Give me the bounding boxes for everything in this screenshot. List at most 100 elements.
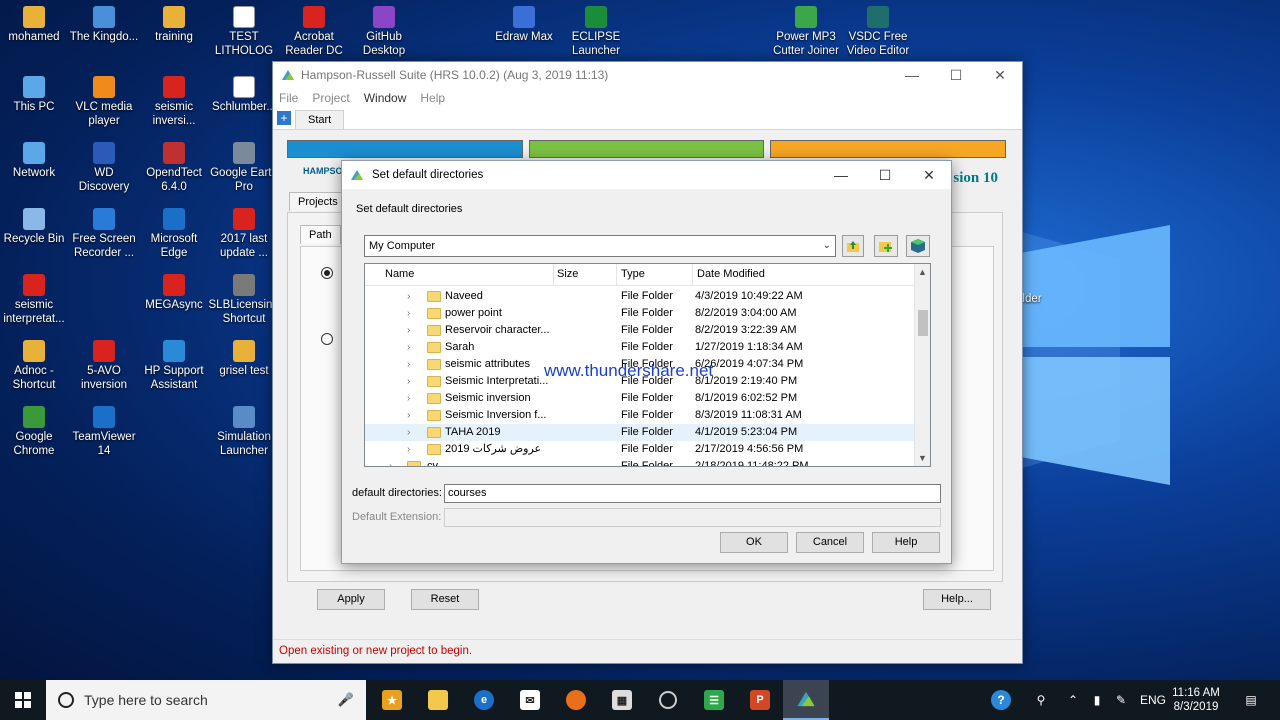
expand-chevron-icon[interactable]: › [407,390,410,407]
taskbar-edge[interactable]: e [461,680,507,720]
list-item[interactable]: › Reservoir character... File Folder 8/2/20… [365,322,914,339]
tab-projects[interactable]: Projects [289,192,347,211]
desktop-icon[interactable]: Adnoc - Shortcut [0,340,70,392]
list-item[interactable]: › Seismic Inversion f... File Folder 8/3/20… [365,407,914,424]
desktop-icon[interactable]: Recycle Bin [0,208,70,246]
blue-module-bar[interactable] [287,140,523,158]
people-tray-icon[interactable]: ⚲ [1028,680,1054,720]
desktop-icon[interactable]: Google Earth Pro [208,142,280,194]
battery-icon[interactable]: ▮ [1086,680,1108,720]
green-module-bar[interactable] [528,140,765,158]
desktop-icon[interactable]: Power MP3 Cutter Joiner [770,6,842,58]
minimize-button[interactable]: — [890,67,934,84]
path-radio-option-2[interactable] [321,333,333,345]
list-item[interactable]: › TAHA 2019 File Folder 4/1/2019 5:23:04 PM [365,424,914,441]
reset-button[interactable]: Reset [411,589,479,610]
expand-chevron-icon[interactable]: › [407,407,410,424]
apply-button[interactable]: Apply [317,589,385,610]
help-tray-icon[interactable]: ? [986,680,1016,720]
vertical-scrollbar[interactable]: ▲ ▼ [914,264,930,466]
desktop-icon[interactable]: Edraw Max [488,6,560,44]
desktop-icon[interactable]: GitHub Desktop [348,6,420,58]
maximize-button[interactable]: ☐ [934,67,978,84]
expand-chevron-icon[interactable]: › [407,339,410,356]
desktop-icon[interactable]: mohamed [0,6,70,44]
microphone-icon[interactable]: 🎤 [338,692,354,708]
expand-chevron-icon[interactable]: › [389,458,392,466]
list-item[interactable]: › power point File Folder 8/2/2019 3:04:00 … [365,305,914,322]
desktop-icon[interactable]: OpendTect 6.4.0 [138,142,210,194]
default-directories-input[interactable]: courses [444,484,941,503]
expand-chevron-icon[interactable]: › [407,424,410,441]
column-header-date[interactable]: Date Modified [697,268,765,280]
location-combobox[interactable]: My Computer ⌄ [364,235,836,257]
view-options-button[interactable] [906,235,930,257]
menu-help[interactable]: Help [420,91,445,105]
desktop-icon[interactable]: MEGAsync [138,274,210,312]
close-button[interactable]: ✕ [978,67,1022,84]
chevron-up-icon[interactable]: ⌃ [1062,680,1084,720]
desktop-icon[interactable]: Schlumber... [208,76,280,114]
column-header-size[interactable]: Size [557,268,578,280]
taskbar-store[interactable]: ▦ [599,680,645,720]
desktop-icon[interactable]: Microsoft Edge [138,208,210,260]
desktop-icon[interactable]: Google Chrome [0,406,70,458]
desktop-icon[interactable]: SLBLicensin - Shortcut [208,274,280,326]
dialog-maximize-button[interactable]: ☐ [863,167,907,184]
desktop-icon[interactable]: seismic inversi... [138,76,210,128]
desktop-icon[interactable]: The Kingdo... [68,6,140,44]
desktop-icon[interactable]: TeamViewer 14 [68,406,140,458]
expand-chevron-icon[interactable]: › [407,322,410,339]
column-header-name[interactable]: Name [385,268,414,280]
scrollbar-thumb[interactable] [918,310,928,336]
desktop-icon[interactable]: Network [0,142,70,180]
list-item[interactable]: › cv File Folder 2/18/2019 11:48:22 PM [365,458,914,466]
notifications-icon[interactable]: ▤ [1238,680,1264,720]
new-folder-button[interactable] [874,235,898,257]
cancel-button[interactable]: Cancel [796,532,864,553]
expand-chevron-icon[interactable]: › [407,356,410,373]
dialog-close-button[interactable]: ✕ [907,167,951,184]
tab-start[interactable]: Start [295,110,345,129]
taskbar-circle-app[interactable] [645,680,691,720]
desktop-icon[interactable]: seismic interpretat... [0,274,70,326]
tab-path[interactable]: Path [300,225,341,244]
scroll-down-icon[interactable]: ▼ [918,453,927,463]
start-button[interactable] [0,680,46,720]
menu-project[interactable]: Project [312,91,349,105]
desktop-icon[interactable]: Free Screen Recorder ... [68,208,140,260]
path-radio-option-1[interactable] [321,267,333,279]
expand-chevron-icon[interactable]: › [407,288,410,305]
list-item[interactable]: › عروض شركات 2019 File Folder 2/17/2019 4:5… [365,441,914,458]
desktop-icon[interactable]: ECLIPSE Launcher [560,6,632,58]
scroll-up-icon[interactable]: ▲ [918,267,927,277]
list-item[interactable]: › Sarah File Folder 1/27/2019 1:18:34 AM [365,339,914,356]
expand-chevron-icon[interactable]: › [407,305,410,322]
column-header-type[interactable]: Type [621,268,645,280]
taskbar-firefox[interactable] [553,680,599,720]
list-item[interactable]: › Naveed File Folder 4/3/2019 10:49:22 AM [365,288,914,305]
taskbar-sticky-app[interactable]: ★ [369,680,415,720]
ok-button[interactable]: OK [720,532,788,553]
menu-window[interactable]: Window [364,91,407,105]
dialog-minimize-button[interactable]: — [819,167,863,184]
expand-chevron-icon[interactable]: › [407,373,410,390]
desktop-icon[interactable]: TEST LITHOLOG [208,6,280,58]
taskbar-search-box[interactable]: Type here to search 🎤 [46,680,366,720]
list-item[interactable]: › Seismic inversion File Folder 8/1/2019 6:… [365,390,914,407]
taskbar-green-app[interactable]: ☰ [691,680,737,720]
pen-icon[interactable]: ✎ [1110,680,1132,720]
expand-chevron-icon[interactable]: › [407,441,410,458]
taskbar-mail[interactable]: ✉ [507,680,553,720]
desktop-icon[interactable]: This PC [0,76,70,114]
desktop-icon[interactable]: VLC media player [68,76,140,128]
taskbar-file-explorer[interactable] [415,680,461,720]
desktop-icon[interactable]: Acrobat Reader DC [278,6,350,58]
desktop-icon[interactable]: Simulation Launcher [208,406,280,458]
dialog-help-button[interactable]: Help [872,532,940,553]
help-button[interactable]: Help... [923,589,991,610]
desktop-icon[interactable]: training [138,6,210,44]
desktop-icon[interactable]: WD Discovery [68,142,140,194]
taskbar-powerpoint[interactable]: P [737,680,783,720]
desktop-icon[interactable]: VSDC Free Video Editor [842,6,914,58]
